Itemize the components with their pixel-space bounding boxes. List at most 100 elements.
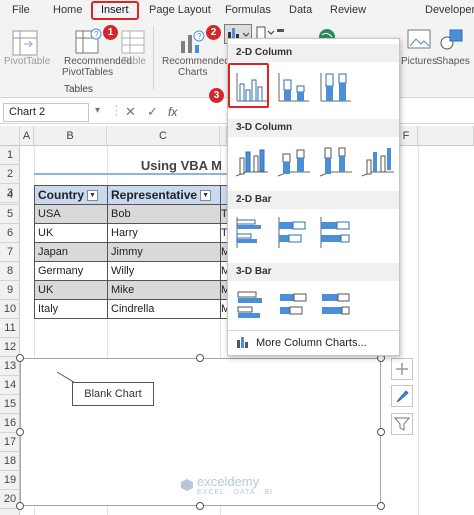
table-icon[interactable]: [121, 30, 145, 54]
cell-country[interactable]: UK: [34, 280, 108, 300]
row-header[interactable]: 5: [0, 205, 20, 224]
row-header[interactable]: 9: [0, 281, 20, 300]
pictures-label[interactable]: Pictures: [401, 56, 437, 67]
section-2d-bar: 2-D Bar: [228, 191, 399, 209]
row-header[interactable]: 6: [0, 224, 20, 243]
header-country[interactable]: Country ▼: [34, 185, 108, 205]
blank-chart-callout: Blank Chart: [72, 382, 154, 406]
cell-country[interactable]: UK: [34, 223, 108, 243]
shapes-label[interactable]: Shapes: [436, 56, 470, 67]
chart-styles-button[interactable]: [391, 385, 413, 407]
100-stacked-bar-option[interactable]: [317, 214, 353, 250]
column-header-b[interactable]: B: [34, 126, 107, 146]
resize-handle[interactable]: [16, 428, 24, 436]
tab-review[interactable]: Review: [330, 4, 366, 16]
cell-country[interactable]: Italy: [34, 299, 108, 319]
cell-representative[interactable]: Harry: [107, 223, 221, 243]
tab-formulas[interactable]: Formulas: [225, 4, 271, 16]
100-stacked-column-option[interactable]: [317, 68, 353, 104]
tables-group-label: Tables: [64, 84, 93, 95]
stacked-column-option[interactable]: [275, 68, 311, 104]
row-header[interactable]: 8: [0, 262, 20, 281]
watermark-tagline: EXCEL · DATA · BI: [197, 489, 273, 496]
recommended-charts-label-1[interactable]: Recommended: [162, 56, 230, 67]
name-box-dropdown-icon[interactable]: ▾: [95, 105, 100, 116]
3d-column-option[interactable]: [359, 142, 395, 178]
resize-handle[interactable]: [16, 354, 24, 362]
column-header-c[interactable]: C: [107, 126, 220, 146]
row-header[interactable]: 1: [0, 146, 20, 165]
column-header-a[interactable]: A: [20, 126, 34, 146]
row-header[interactable]: 19: [0, 471, 20, 490]
3d-clustered-column-option[interactable]: [233, 142, 269, 178]
row-header[interactable]: 11: [0, 319, 20, 338]
table-row: UK Mike M: [34, 280, 232, 300]
name-box[interactable]: Chart 2: [3, 103, 89, 122]
row-header[interactable]: 15: [0, 395, 20, 414]
3d-100-stacked-column-option[interactable]: [317, 142, 353, 178]
insert-function-icon[interactable]: fx: [168, 105, 177, 119]
step-3-badge: 3: [209, 88, 224, 103]
column-chart-icon: [237, 337, 248, 348]
header-representative[interactable]: Representative ▼: [107, 185, 221, 205]
3d-stacked-column-option[interactable]: [275, 142, 311, 178]
cell-representative[interactable]: Cindrella: [107, 299, 221, 319]
tab-page-layout[interactable]: Page Layout: [149, 4, 211, 16]
row-header[interactable]: 2: [0, 165, 20, 184]
3d-100-stacked-bar-option[interactable]: [317, 286, 353, 322]
resize-handle[interactable]: [377, 502, 385, 510]
cell-representative[interactable]: Mike: [107, 280, 221, 300]
resize-handle[interactable]: [196, 354, 204, 362]
data-table: Country ▼ Representative ▼ USA Bob T UK Ha…: [34, 185, 232, 319]
exceldemy-logo-icon: [181, 479, 193, 491]
pivot-table-icon[interactable]: [12, 30, 38, 56]
3d-stacked-bar-option[interactable]: [275, 286, 311, 322]
chart-elements-button[interactable]: [391, 358, 413, 380]
tab-home[interactable]: Home: [53, 4, 82, 16]
stacked-bar-option[interactable]: [275, 214, 311, 250]
more-column-charts-link[interactable]: More Column Charts...: [256, 337, 367, 349]
tab-data[interactable]: Data: [289, 4, 312, 16]
table-row: USA Bob T: [34, 204, 232, 224]
filter-dropdown-icon[interactable]: ▼: [87, 190, 98, 202]
tab-developer[interactable]: Developer: [425, 4, 474, 16]
table-label[interactable]: Table: [122, 56, 146, 67]
tab-file[interactable]: File: [12, 4, 30, 16]
enter-icon[interactable]: ✓: [147, 104, 158, 120]
select-all-corner[interactable]: [0, 126, 20, 146]
pictures-icon[interactable]: [407, 27, 431, 51]
sheet-title: Using VBA M: [34, 155, 230, 175]
resize-handle[interactable]: [196, 502, 204, 510]
cell-representative[interactable]: Willy: [107, 261, 221, 281]
row-header[interactable]: 17: [0, 433, 20, 452]
column-header-d[interactable]: [220, 126, 227, 146]
row-header[interactable]: 7: [0, 243, 20, 262]
cancel-icon[interactable]: ✕: [125, 104, 136, 120]
gridline: [418, 146, 419, 515]
shapes-icon[interactable]: [439, 27, 465, 51]
recommended-charts-label-2[interactable]: Charts: [178, 67, 207, 78]
filter-dropdown-icon[interactable]: ▼: [200, 190, 212, 202]
cell-representative[interactable]: Jimmy: [107, 242, 221, 262]
resize-handle[interactable]: [377, 428, 385, 436]
cell-country[interactable]: Germany: [34, 261, 108, 281]
recommended-pivot-label-2[interactable]: PivotTables: [62, 67, 113, 78]
row-header[interactable]: 4: [0, 186, 20, 205]
chart-filters-button[interactable]: [391, 413, 413, 435]
recommended-charts-icon[interactable]: ?: [178, 27, 206, 55]
pivot-table-label[interactable]: PivotTable: [4, 56, 50, 67]
row-header[interactable]: 14: [0, 376, 20, 395]
cell-country[interactable]: USA: [34, 204, 108, 224]
cell-representative[interactable]: Bob: [107, 204, 221, 224]
3d-clustered-bar-option[interactable]: [233, 286, 269, 322]
clustered-bar-option[interactable]: [233, 214, 269, 250]
watermark-name: exceldemy: [197, 474, 260, 489]
column-header-g[interactable]: [418, 126, 474, 146]
row-header-bar: 1 2 3 4 5 6 7 8 9 10 11 12 13 14 15 16 1…: [0, 146, 20, 515]
row-header[interactable]: 10: [0, 300, 20, 319]
cell-country[interactable]: Japan: [34, 242, 108, 262]
row-header[interactable]: 18: [0, 452, 20, 471]
ribbon-tab-bar: File Home Insert Page Layout Formulas Da…: [0, 0, 474, 22]
recommended-pivot-icon[interactable]: ?: [74, 28, 102, 56]
resize-handle[interactable]: [16, 502, 24, 510]
